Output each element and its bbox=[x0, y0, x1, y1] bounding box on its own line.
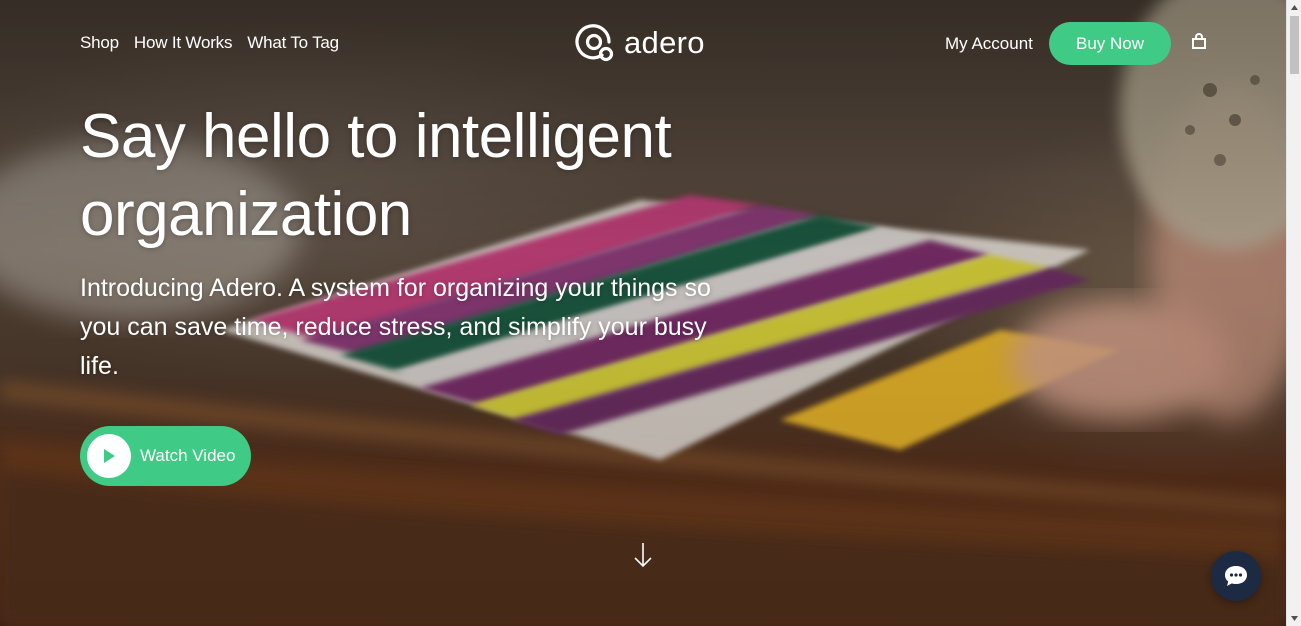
watch-video-button[interactable]: Watch Video bbox=[80, 426, 251, 486]
adero-logo[interactable]: adero bbox=[574, 22, 705, 62]
nav-link-what-to-tag[interactable]: What To Tag bbox=[247, 33, 339, 53]
page-scrollbar[interactable] bbox=[1286, 0, 1301, 626]
scroll-up-icon[interactable] bbox=[1287, 0, 1301, 15]
watch-video-label: Watch Video bbox=[140, 446, 236, 465]
adero-logo-icon bbox=[575, 24, 614, 62]
my-account-link[interactable]: My Account bbox=[945, 34, 1033, 54]
nav-link-shop[interactable]: Shop bbox=[80, 33, 119, 53]
scrollbar-thumb[interactable] bbox=[1290, 16, 1299, 74]
buy-now-button[interactable]: Buy Now bbox=[1049, 22, 1171, 65]
scroll-down-icon[interactable] bbox=[1287, 611, 1301, 626]
hero-subheading: Introducing Adero. A system for organizi… bbox=[80, 274, 711, 380]
hero-headline: Say hello to intelligent organization bbox=[80, 102, 672, 249]
nav-link-how-it-works[interactable]: How It Works bbox=[134, 33, 233, 53]
chat-bubble-icon[interactable] bbox=[1211, 551, 1261, 601]
play-icon bbox=[87, 434, 131, 478]
arrow-down-icon[interactable] bbox=[632, 541, 654, 569]
logo-wordmark: adero bbox=[624, 24, 705, 60]
shopping-bag-icon[interactable] bbox=[1191, 33, 1207, 50]
primary-nav: Shop How It Works What To Tag bbox=[80, 33, 339, 53]
